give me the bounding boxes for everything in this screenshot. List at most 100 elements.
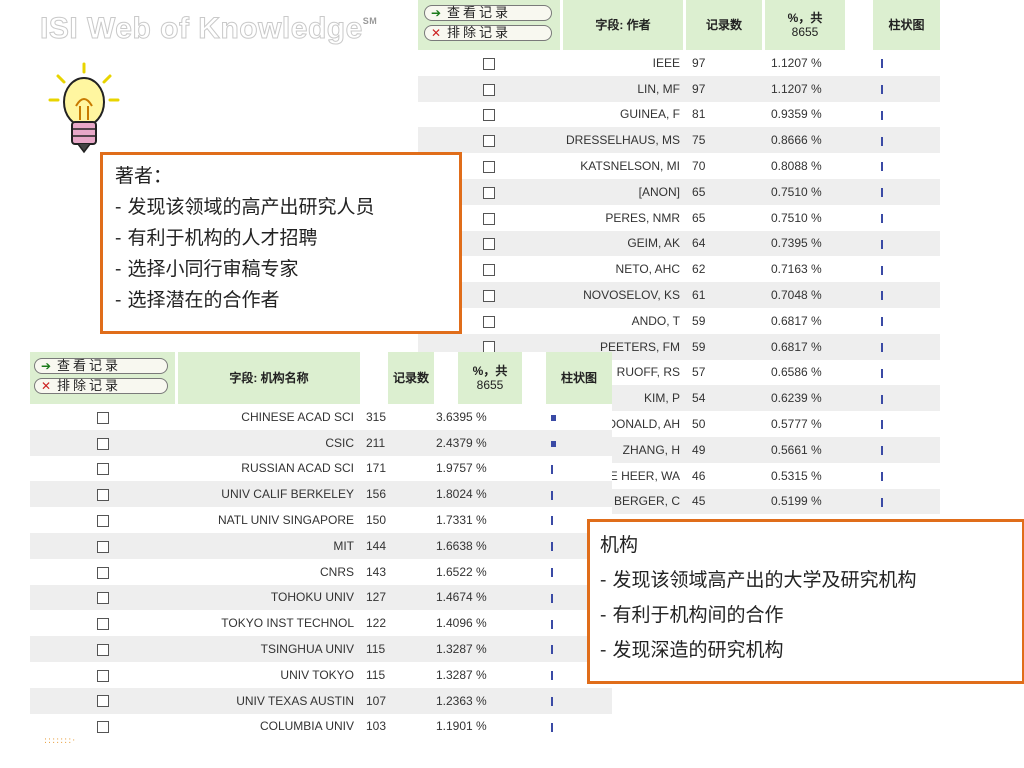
row-count: 70 (686, 153, 765, 179)
row-checkbox[interactable] (482, 109, 495, 122)
row-name[interactable]: UNIV TOKYO (175, 661, 360, 688)
row-checkbox[interactable] (96, 592, 109, 605)
row-checkbox-cell (30, 584, 175, 611)
row-name[interactable]: CHINESE ACAD SCI (175, 404, 360, 430)
row-bar-cell (874, 101, 940, 128)
row-checkbox[interactable] (96, 566, 109, 579)
row-bar-cell (874, 333, 940, 360)
row-bar-cell (545, 429, 612, 456)
bar-mark (880, 265, 883, 275)
row-name[interactable]: MIT (175, 532, 360, 559)
row-checkbox[interactable] (96, 695, 109, 708)
author-table-header: ➔ 查看记录 ✕ 排除记录 字段: 作者 记录数 %，共 8655 柱状图 (418, 0, 940, 50)
row-name[interactable]: NOVOSELOV, KS (559, 282, 687, 308)
row-checkbox[interactable] (482, 238, 495, 251)
exclude-records-button[interactable]: ✕ 排除记录 (34, 378, 168, 394)
row-percent: 1.7331 % (430, 507, 545, 533)
row-checkbox[interactable] (96, 669, 109, 682)
row-checkbox[interactable] (482, 315, 495, 328)
row-count: 103 (360, 713, 430, 740)
row-checkbox[interactable] (482, 57, 495, 70)
row-name[interactable]: IEEE (559, 50, 687, 76)
bar-mark (551, 414, 556, 421)
row-checkbox[interactable] (96, 643, 109, 656)
row-bar-cell (874, 462, 940, 489)
logo-text: ISI Web of Knowledge (40, 12, 363, 46)
table-row: CNRS 143 1.6522 % (30, 558, 612, 585)
row-name[interactable]: CNRS (175, 558, 360, 585)
row-name[interactable]: TSINGHUA UNIV (175, 636, 360, 662)
row-checkbox[interactable] (96, 721, 109, 734)
row-checkbox-cell (30, 507, 175, 533)
row-name[interactable]: RUSSIAN ACAD SCI (175, 455, 360, 482)
bar-mark (880, 136, 883, 146)
view-records-button[interactable]: ➔ 查看记录 (424, 5, 552, 21)
row-checkbox[interactable] (482, 160, 495, 173)
exclude-records-button[interactable]: ✕ 排除记录 (424, 25, 552, 41)
table-row: NATL UNIV SINGAPORE 150 1.7331 % (30, 507, 612, 533)
row-checkbox[interactable] (96, 514, 109, 527)
row-checkbox[interactable] (96, 411, 109, 424)
author-action-buttons: ➔ 查看记录 ✕ 排除记录 (418, 0, 560, 50)
row-checkbox-cell (30, 610, 175, 637)
row-name[interactable]: PERES, NMR (559, 204, 687, 231)
row-checkbox[interactable] (482, 83, 495, 96)
row-name[interactable]: CSIC (175, 429, 360, 456)
row-name[interactable]: TOKYO INST TECHNOL (175, 610, 360, 637)
row-checkbox[interactable] (96, 489, 109, 502)
row-bar-cell (874, 153, 940, 179)
row-name[interactable]: TOHOKU UNIV (175, 584, 360, 611)
arrow-right-icon: ➔ (431, 6, 442, 20)
row-percent: 1.1901 % (430, 713, 545, 740)
row-checkbox[interactable] (482, 264, 495, 277)
row-name[interactable]: COLUMBIA UNIV (175, 713, 360, 740)
table-row: LIN, MF 97 1.1207 % (418, 75, 940, 102)
view-records-button[interactable]: ➔ 查看记录 (34, 358, 168, 374)
bar-mark (551, 722, 553, 732)
row-name[interactable]: NATL UNIV SINGAPORE (175, 507, 360, 533)
row-percent: 0.6817 % (765, 333, 875, 360)
row-name[interactable]: NETO, AHC (559, 256, 687, 283)
row-name[interactable]: GUINEA, F (559, 101, 687, 128)
field-org-header: 字段: 机构名称 (178, 352, 360, 404)
count-header: 记录数 (388, 352, 434, 404)
row-count: 61 (686, 282, 765, 308)
lightbulb-icon (48, 62, 120, 154)
table-row: MIT 144 1.6638 % (30, 532, 612, 559)
row-name[interactable]: GEIM, AK (559, 230, 687, 257)
row-checkbox[interactable] (482, 289, 495, 302)
row-count: 107 (360, 687, 430, 714)
row-checkbox[interactable] (96, 437, 109, 450)
row-checkbox[interactable] (96, 618, 109, 631)
table-row: RUSSIAN ACAD SCI 171 1.9757 % (30, 455, 612, 482)
row-bar-cell (545, 455, 612, 482)
row-percent: 1.8024 % (430, 481, 545, 508)
row-name[interactable]: UNIV CALIF BERKELEY (175, 481, 360, 508)
row-checkbox[interactable] (96, 463, 109, 476)
row-checkbox[interactable] (482, 186, 495, 199)
bar-mark (880, 59, 883, 69)
bar-mark (880, 394, 883, 404)
header-gap (434, 352, 458, 404)
row-name[interactable]: KATSNELSON, MI (559, 153, 687, 179)
row-name[interactable]: [ANON] (559, 178, 687, 205)
bar-mark (880, 214, 883, 223)
row-name[interactable]: ANDO, T (559, 307, 687, 334)
row-count: 62 (686, 256, 765, 283)
row-checkbox[interactable] (482, 212, 495, 225)
row-name[interactable]: UNIV TEXAS AUSTIN (175, 687, 360, 714)
arrow-right-icon: ➔ (41, 359, 52, 373)
row-name[interactable]: LIN, MF (559, 75, 687, 102)
table-row: KATSNELSON, MI 70 0.8088 % (418, 153, 940, 179)
percent-header: %，共 8655 (458, 352, 522, 404)
row-count: 54 (686, 385, 765, 412)
row-checkbox[interactable] (482, 135, 495, 148)
row-name[interactable]: DRESSELHAUS, MS (559, 127, 687, 154)
row-bar-cell (874, 75, 940, 102)
row-checkbox[interactable] (96, 540, 109, 553)
row-bar-cell (545, 404, 612, 430)
x-icon: ✕ (41, 379, 52, 393)
table-row: NOVOSELOV, KS 61 0.7048 % (418, 282, 940, 308)
bar-mark (880, 497, 883, 507)
row-percent: 0.9359 % (765, 101, 875, 128)
